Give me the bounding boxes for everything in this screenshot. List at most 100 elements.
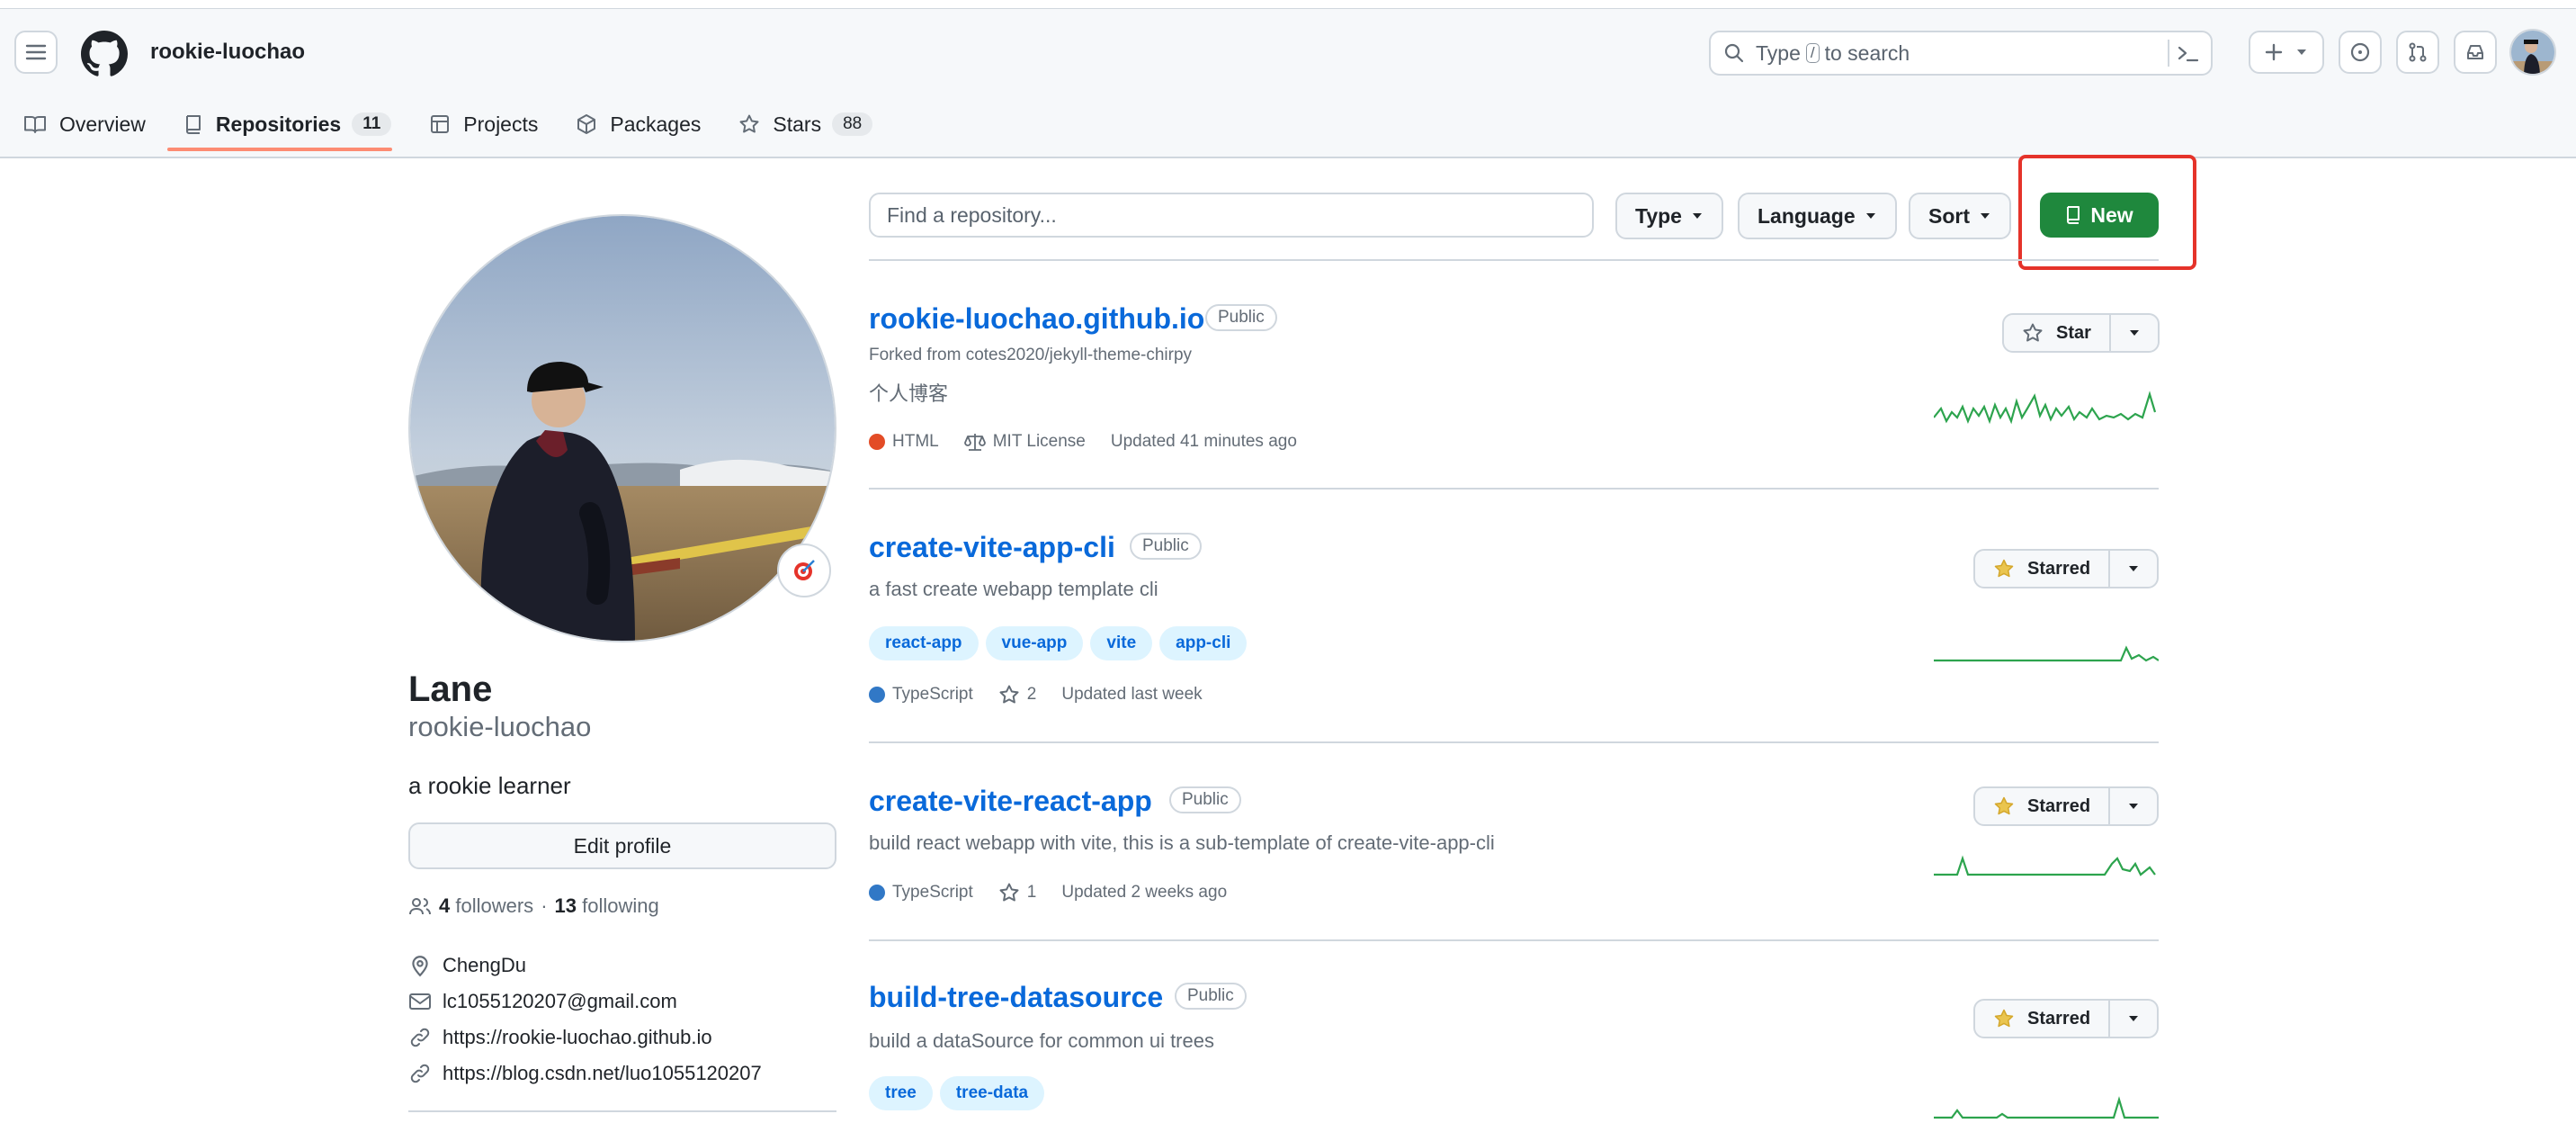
tab-stars[interactable]: Stars 88 [715,99,887,149]
topic-tag[interactable]: tree [869,1076,933,1110]
language-color-dot [869,434,885,450]
website-link[interactable]: https://rookie-luochao.github.io [443,1026,712,1049]
starred-button[interactable]: Starred [1975,551,2111,587]
visibility-badge: Public [1169,786,1241,813]
type-filter-button[interactable]: Type [1615,193,1723,239]
repo-link[interactable]: build-tree-datasource [869,981,1163,1014]
repo-icon [185,115,201,134]
chevron-down-icon [2129,330,2139,336]
find-repository-input[interactable]: Find a repository... [869,193,1594,238]
star-button-group: Starred [1973,786,2160,826]
tab-count: 88 [832,112,873,136]
star-list-dropdown[interactable] [2110,1001,2157,1037]
star-button-group: Starred [1973,999,2160,1038]
repo-updated: Updated 41 minutes ago [1110,432,1297,451]
star-label: Starred [2027,795,2091,816]
search-suffix: to search [1824,40,1910,65]
location-item: ChengDu [408,954,526,977]
activity-sparkline [1934,645,2159,662]
following-link[interactable]: 13 following [555,894,659,918]
people-icon [409,898,431,915]
profile-tabs: Overview Repositories 11 Projects Packag… [0,99,887,158]
tab-repositories[interactable]: Repositories 11 [160,99,406,149]
visibility-badge: Public [1205,304,1277,331]
repo-description: build react webapp with vite, this is a … [869,831,1495,854]
repo-meta: HTML MIT License Updated 41 minutes ago [869,432,1297,452]
tab-projects[interactable]: Projects [406,99,552,149]
repo-description: a fast create webapp template cli [869,578,1158,600]
pull-requests-button[interactable] [2396,31,2439,74]
tab-overview[interactable]: Overview [0,99,160,149]
star-list-dropdown[interactable] [2110,551,2157,587]
profile-avatar[interactable] [408,214,836,642]
topic-tag[interactable]: vite [1090,626,1153,660]
menu-button[interactable] [14,31,58,74]
language-filter-button[interactable]: Language [1738,193,1897,239]
header-username[interactable]: rookie-luochao [150,40,305,65]
repo-link[interactable]: create-vite-app-cli [869,531,1115,564]
chevron-down-icon [1865,213,1875,219]
repo-description: build a dataSource for common ui trees [869,1029,1214,1052]
highlight-box [2018,155,2196,270]
pull-request-icon [2409,42,2427,62]
repo-meta: TypeScript 1 Updated 2 weeks ago [869,882,1227,903]
issues-button[interactable] [2339,31,2382,74]
email-link[interactable]: lc1055120207@gmail.com [443,990,677,1013]
star-button[interactable]: Star [2004,315,2111,351]
user-avatar-button[interactable] [2509,29,2556,76]
search-separator [2168,40,2169,67]
chevron-down-icon [2297,49,2306,55]
inbox-button[interactable] [2454,31,2497,74]
star-list-dropdown[interactable] [2110,788,2157,824]
topic-tag[interactable]: tree-data [939,1076,1045,1110]
language-filter-label: Language [1758,203,1856,228]
repo-stars[interactable]: 1 [1027,883,1037,903]
sort-filter-button[interactable]: Sort [1909,193,2011,239]
github-logo-icon[interactable] [81,31,128,77]
repo-topics: tree tree-data [869,1076,1045,1110]
language-color-dot [869,885,885,901]
chevron-down-icon [2129,1016,2139,1021]
law-icon [963,434,986,451]
top-strip [0,0,2576,9]
blog-link[interactable]: https://blog.csdn.net/luo1055120207 [443,1062,762,1085]
profile-name: Lane [408,669,493,709]
starred-button[interactable]: Starred [1975,1001,2111,1037]
forked-from-text[interactable]: Forked from cotes2020/jekyll-theme-chirp… [869,346,1192,365]
plus-icon [2265,43,2283,61]
topic-tag[interactable]: vue-app [985,626,1084,660]
tab-count: 11 [352,112,392,136]
star-icon [2023,323,2043,342]
search-input[interactable]: Type / to search [1709,31,2213,76]
repo-topics: react-app vue-app vite app-cli [869,626,1248,660]
command-palette-icon[interactable] [2177,43,2200,65]
follow-separator: · [541,894,548,917]
edit-profile-button[interactable]: Edit profile [408,822,836,869]
followers-link[interactable]: 4 followers [439,894,533,918]
repo-link[interactable]: rookie-luochao.github.io [869,302,1204,336]
topic-tag[interactable]: app-cli [1159,626,1248,660]
tab-packages[interactable]: Packages [552,99,715,149]
table-icon [431,115,450,133]
website-item: https://rookie-luochao.github.io [408,1026,712,1049]
star-icon [739,114,759,133]
star-label: Star [2056,322,2091,343]
repo-language: TypeScript [892,685,973,704]
status-emoji-button[interactable] [777,544,831,597]
search-shortcut-key: / [1805,43,1820,63]
repo-license[interactable]: MIT License [993,432,1086,452]
chevron-down-icon [2129,566,2139,571]
topic-tag[interactable]: react-app [869,626,979,660]
starred-button[interactable]: Starred [1975,788,2111,824]
star-icon [999,883,1019,902]
activity-sparkline [1934,1096,2159,1119]
create-new-button[interactable] [2249,31,2324,74]
repo-link[interactable]: create-vite-react-app [869,785,1152,818]
repo-stars[interactable]: 2 [1027,685,1037,705]
profile-header: rookie-luochao Type / to search Overview [0,9,2576,158]
chevron-down-icon [2129,804,2139,809]
followers-label: followers [455,894,534,917]
list-divider [869,741,2159,743]
star-list-dropdown[interactable] [2111,315,2158,351]
repo-language: TypeScript [892,883,973,902]
